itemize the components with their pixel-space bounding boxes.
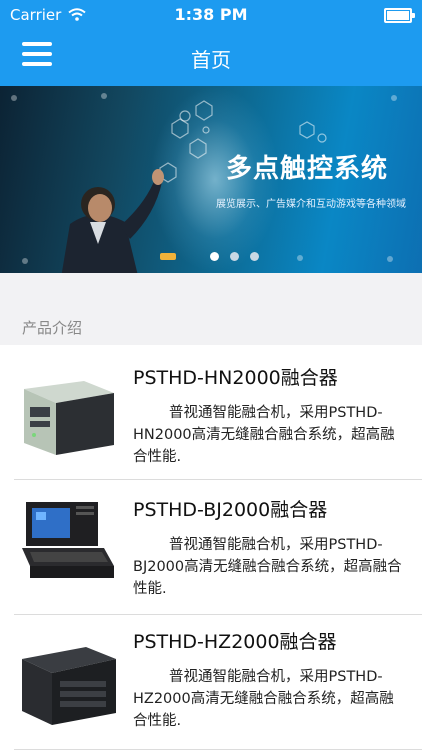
product-title: PSTHD-BJ2000融合器 <box>133 499 328 521</box>
carousel-dot[interactable] <box>160 253 176 260</box>
product-image <box>22 502 114 578</box>
list-item[interactable]: PSTHD-HN2000融合器 普视通智能融合机，采用PSTHD-HN2000高… <box>0 345 422 480</box>
businessman-image <box>61 169 164 273</box>
navigation-bar: 首页 <box>0 30 422 86</box>
carousel-dot-active[interactable] <box>210 252 219 261</box>
carousel-dot[interactable] <box>250 252 259 261</box>
product-title: PSTHD-HZ2000融合器 <box>133 631 337 653</box>
product-description: 普视通智能融合机，采用PSTHD-BJ2000高清无缝融合融合系统，超高融合性能… <box>133 537 402 597</box>
product-image <box>24 381 114 455</box>
list-item[interactable]: PSTHD-BJ2000融合器 普视通智能融合机，采用PSTHD-BJ2000高… <box>0 480 422 615</box>
product-list: PSTHD-HN2000融合器 普视通智能融合机，采用PSTHD-HN2000高… <box>0 345 422 750</box>
carousel-pagination[interactable] <box>160 248 270 264</box>
carousel-dot[interactable] <box>230 252 239 261</box>
banner-title: 多点触控系统 <box>226 154 389 184</box>
battery-icon <box>384 8 415 23</box>
status-bar: Carrier 1:38 PM <box>0 0 422 30</box>
top-bar: Carrier 1:38 PM 首页 <box>0 0 422 86</box>
banner-carousel[interactable]: 多点触控系统 展览展示、广告媒介和互动游戏等各种领域 <box>0 86 422 273</box>
list-item[interactable]: PSTHD-HZ2000融合器 普视通智能融合机，采用PSTHD-HZ2000高… <box>0 615 422 750</box>
page-title: 首页 <box>191 48 231 72</box>
product-description: 普视通智能融合机，采用PSTHD-HZ2000高清无缝融合融合系统，超高融合性能… <box>133 669 394 729</box>
product-description: 普视通智能融合机，采用PSTHD-HN2000高清无缝融合融合系统，超高融合性能… <box>133 405 395 465</box>
section-title: 产品介绍 <box>22 319 83 337</box>
product-title: PSTHD-HN2000融合器 <box>133 367 338 389</box>
status-time: 1:38 PM <box>174 5 248 24</box>
banner-subtitle: 展览展示、广告媒介和互动游戏等各种领域 <box>216 199 406 210</box>
product-image <box>22 647 116 725</box>
